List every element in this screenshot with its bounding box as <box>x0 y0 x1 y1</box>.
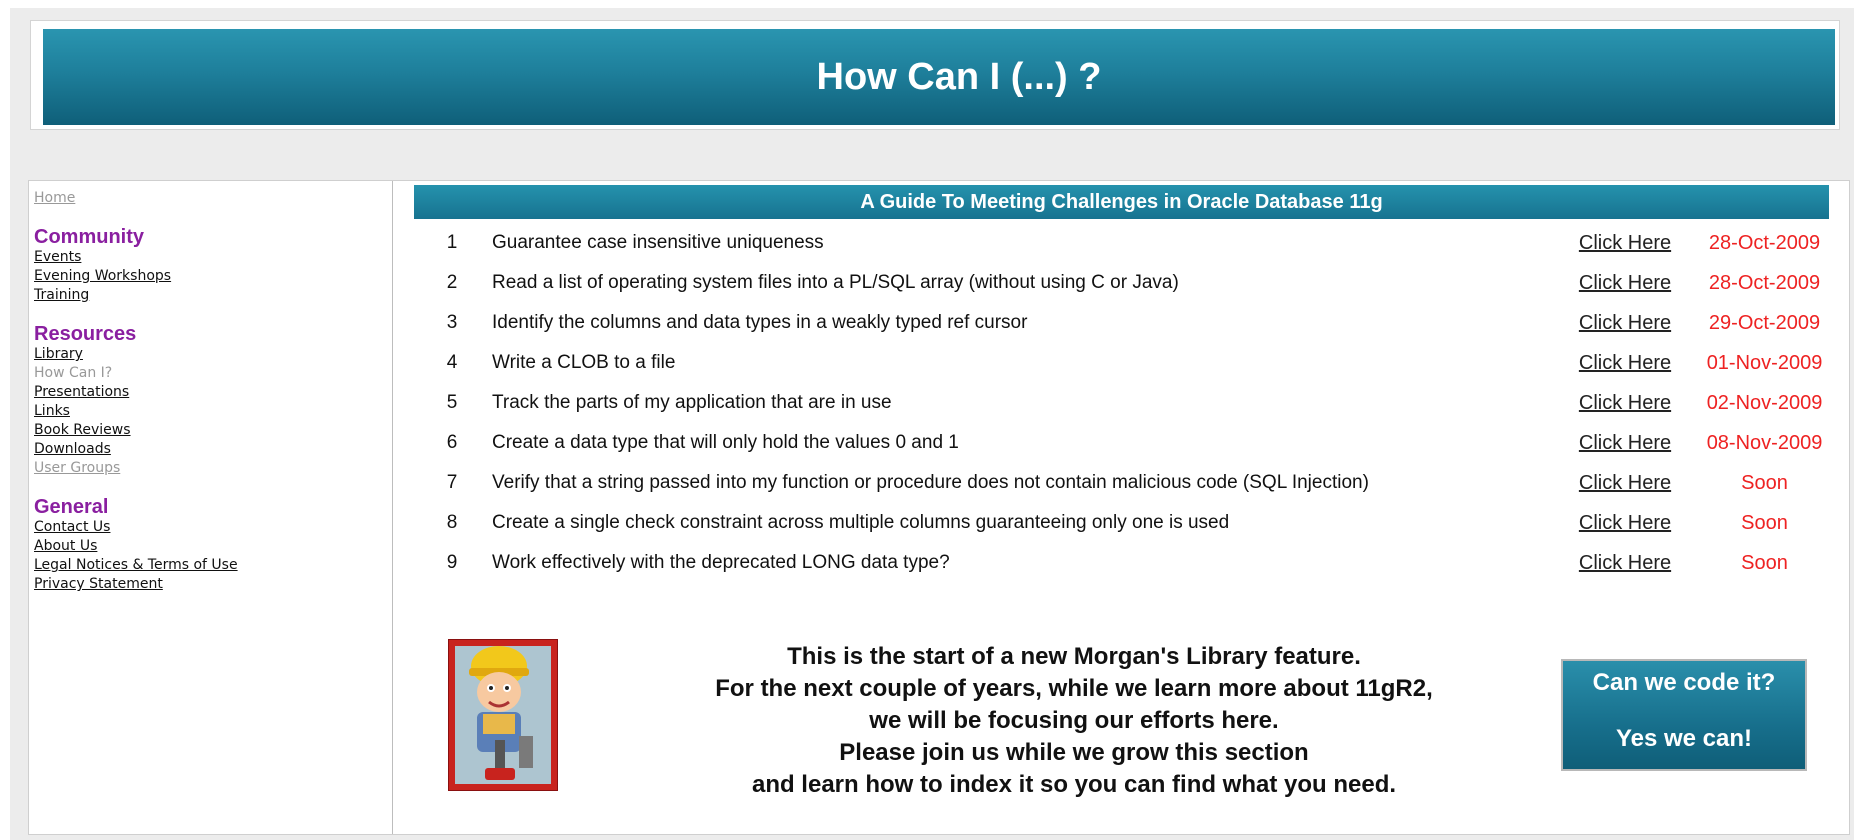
announcement-message: This is the start of a new Morgan's Libr… <box>624 641 1524 801</box>
content-panel: Home Community Events Evening Workshops … <box>28 180 1850 835</box>
announcement-line: and learn how to index it so you can fin… <box>751 771 1397 798</box>
can-we-code-it-button[interactable]: Can we code it? Yes we can! <box>1561 659 1807 771</box>
sidebar-link-user-groups[interactable]: User Groups <box>34 459 387 478</box>
click-here-link[interactable]: Click Here <box>1579 552 1671 574</box>
row-description: Create a single check constraint across … <box>492 512 1230 533</box>
cta-line-2: Yes we can! <box>1615 725 1753 752</box>
sidebar-heading-resources: Resources <box>34 323 137 345</box>
header-banner-bar: How Can I (...) ? <box>43 29 1835 125</box>
page-title: How Can I (...) ? <box>816 55 1102 98</box>
row-description: Verify that a string passed into my func… <box>492 472 1369 493</box>
challenges-table: 1 Guarantee case insensitive uniqueness Cl… <box>414 223 1829 583</box>
row-link-cell: Click Here <box>1550 303 1700 343</box>
sidebar-link-library[interactable]: Library <box>34 345 387 364</box>
row-link-cell: Click Here <box>1550 423 1700 463</box>
sidebar-link-downloads[interactable]: Downloads <box>34 440 387 459</box>
row-description: Write a CLOB to a file <box>492 352 676 373</box>
row-number: 1 <box>446 232 458 253</box>
guide-heading-bar: A Guide To Meeting Challenges in Oracle … <box>414 185 1829 219</box>
cta-line-1: Can we code it? <box>1592 669 1776 696</box>
sidebar-link-events[interactable]: Events <box>34 248 387 267</box>
row-date: 08-Nov-2009 <box>1706 431 1823 454</box>
announcement-line: we will be focusing our efforts here. <box>869 707 1279 734</box>
main-content: A Guide To Meeting Challenges in Oracle … <box>414 185 1829 825</box>
sidebar-link-book-reviews[interactable]: Book Reviews <box>34 421 387 440</box>
announcement-line: For the next couple of years, while we l… <box>715 675 1433 702</box>
table-row: 5 Track the parts of my application that … <box>414 383 1829 423</box>
row-number: 2 <box>446 272 458 293</box>
click-here-link[interactable]: Click Here <box>1579 272 1671 294</box>
header-banner: How Can I (...) ? <box>30 20 1840 130</box>
row-link-cell: Click Here <box>1550 463 1700 503</box>
row-description: Create a data type that will only hold t… <box>492 432 959 453</box>
sidebar-heading-community: Community <box>34 226 144 248</box>
announcement-line: This is the start of a new Morgan's Libr… <box>787 643 1361 670</box>
row-date: 28-Oct-2009 <box>1708 271 1821 294</box>
row-number: 9 <box>446 552 458 573</box>
row-date: Soon <box>1741 471 1788 494</box>
click-here-link[interactable]: Click Here <box>1579 352 1671 374</box>
row-description: Work effectively with the deprecated LON… <box>492 552 950 573</box>
table-row: 3 Identify the columns and data types in … <box>414 303 1829 343</box>
announcement-line: Please join us while we grow this sectio… <box>839 739 1309 766</box>
row-link-cell: Click Here <box>1550 383 1700 423</box>
sidebar-link-home[interactable]: Home <box>34 189 387 208</box>
table-row: 8 Create a single check constraint across… <box>414 503 1829 543</box>
sidebar-link-training[interactable]: Training <box>34 286 387 305</box>
table-row: 1 Guarantee case insensitive uniqueness Cl… <box>414 223 1829 263</box>
row-link-cell: Click Here <box>1550 543 1700 583</box>
row-description: Guarantee case insensitive uniqueness <box>492 232 824 253</box>
sidebar-link-legal-notices[interactable]: Legal Notices & Terms of Use <box>34 556 387 575</box>
guide-heading: A Guide To Meeting Challenges in Oracle … <box>860 190 1383 213</box>
table-row: 7 Verify that a string passed into my fun… <box>414 463 1829 503</box>
row-date: 29-Oct-2009 <box>1708 311 1821 334</box>
row-number: 6 <box>446 432 458 453</box>
row-date: Soon <box>1741 551 1788 574</box>
table-row: 6 Create a data type that will only hold … <box>414 423 1829 463</box>
sidebar: Home Community Events Evening Workshops … <box>29 181 393 834</box>
row-link-cell: Click Here <box>1550 223 1700 263</box>
sidebar-link-privacy-statement[interactable]: Privacy Statement <box>34 575 387 594</box>
row-link-cell: Click Here <box>1550 503 1700 543</box>
click-here-link[interactable]: Click Here <box>1579 312 1671 334</box>
click-here-link[interactable]: Click Here <box>1579 232 1671 254</box>
table-row: 9 Work effectively with the deprecated LO… <box>414 543 1829 583</box>
sidebar-link-how-can-i: How Can I? <box>34 365 113 381</box>
sidebar-link-presentations[interactable]: Presentations <box>34 383 387 402</box>
builder-mascot-image <box>448 639 558 791</box>
row-link-cell: Click Here <box>1550 263 1700 303</box>
click-here-link[interactable]: Click Here <box>1579 512 1671 534</box>
row-link-cell: Click Here <box>1550 343 1700 383</box>
row-date: 28-Oct-2009 <box>1708 231 1821 254</box>
click-here-link[interactable]: Click Here <box>1579 392 1671 414</box>
sidebar-link-about-us[interactable]: About Us <box>34 537 387 556</box>
row-number: 7 <box>446 472 458 493</box>
row-number: 4 <box>446 352 458 373</box>
table-row: 4 Write a CLOB to a file Click Here 01-Nov-… <box>414 343 1829 383</box>
sidebar-link-links[interactable]: Links <box>34 402 387 421</box>
sidebar-link-contact-us[interactable]: Contact Us <box>34 518 387 537</box>
row-description: Read a list of operating system files in… <box>492 272 1179 293</box>
row-description: Identify the columns and data types in a… <box>492 312 1028 333</box>
row-description: Track the parts of my application that a… <box>492 392 892 413</box>
sidebar-link-evening-workshops[interactable]: Evening Workshops <box>34 267 387 286</box>
table-row: 2 Read a list of operating system files i… <box>414 263 1829 303</box>
row-date: Soon <box>1741 511 1788 534</box>
row-number: 5 <box>446 392 458 413</box>
builder-mascot-icon <box>449 640 557 790</box>
row-date: 01-Nov-2009 <box>1706 351 1823 374</box>
sidebar-heading-general: General <box>34 496 109 518</box>
row-date: 02-Nov-2009 <box>1706 391 1823 414</box>
click-here-link[interactable]: Click Here <box>1579 432 1671 454</box>
row-number: 3 <box>446 312 458 333</box>
click-here-link[interactable]: Click Here <box>1579 472 1671 494</box>
feature-announcement: This is the start of a new Morgan's Libr… <box>414 625 1829 805</box>
row-number: 8 <box>446 512 458 533</box>
